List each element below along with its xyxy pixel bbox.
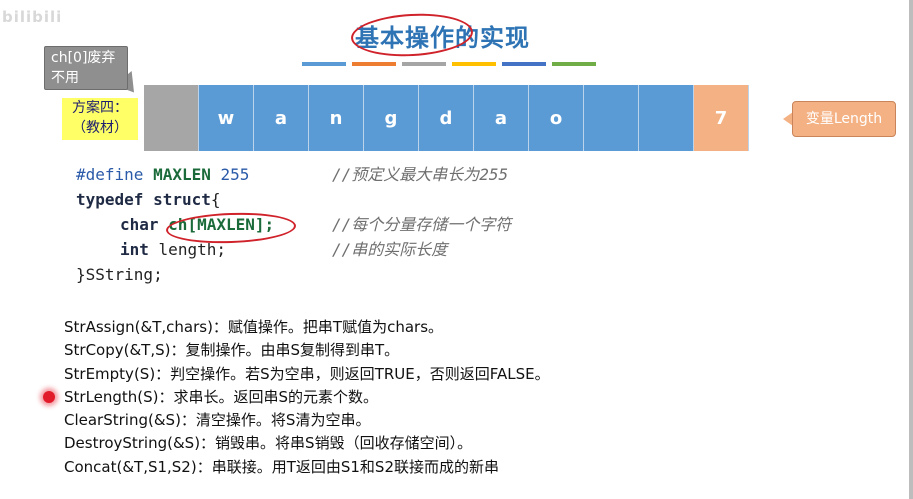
code-directive: #define xyxy=(76,165,144,184)
window-edge xyxy=(909,0,913,499)
array-cell-3: n xyxy=(309,85,364,151)
title-bar-1 xyxy=(302,62,346,66)
op-str-empty: StrEmpty(S)：判空操作。若S为空串，则返回TRUE，否则返回FALSE… xyxy=(64,364,550,383)
array-cell-6: a xyxy=(474,85,529,151)
array-cell-2: a xyxy=(254,85,309,151)
code-type-int: int xyxy=(120,240,149,259)
code-macro-name: MAXLEN xyxy=(153,165,211,184)
code-comment-3: //串的实际长度 xyxy=(332,240,448,259)
plan-label-line1: 方案四： xyxy=(72,100,128,116)
array-cell-8 xyxy=(584,85,639,151)
array-cell-9 xyxy=(639,85,694,151)
array-cell-5: d xyxy=(419,85,474,151)
plan-label: 方案四： （教材） xyxy=(62,98,138,140)
array-cell-1: w xyxy=(199,85,254,151)
length-callout: 变量Length xyxy=(792,101,896,137)
callout-ch0: ch[0]废弃不用 xyxy=(44,46,128,90)
array-cell-4: g xyxy=(364,85,419,151)
code-kw-struct: struct xyxy=(153,190,211,209)
code-line-typedef: typedef struct{ xyxy=(76,187,221,212)
op-concat: Concat(&T,S1,S2)：串联接。用T返回由S1和S2联接而成的新串 xyxy=(64,457,500,476)
array-cell-7: o xyxy=(529,85,584,151)
code-decl-length: length; xyxy=(158,240,226,259)
laser-pointer-dot xyxy=(43,391,55,403)
code-macro-value: 255 xyxy=(220,165,250,184)
char-array: w a n g d a o 7 xyxy=(144,85,749,151)
code-comment-1: //预定义最大串长为255 xyxy=(332,165,509,184)
op-destroy-string: DestroyString(&S)：销毁串。将串S销毁（回收存储空间）。 xyxy=(64,434,473,453)
title-bar-5 xyxy=(502,62,546,66)
title-bar-3 xyxy=(402,62,446,66)
plan-label-line2: （教材） xyxy=(72,120,128,136)
title-color-bars xyxy=(302,62,596,66)
code-kw-typedef: typedef xyxy=(76,190,144,209)
array-cell-length: 7 xyxy=(694,85,749,151)
op-str-length: StrLength(S)：求串长。返回串S的元素个数。 xyxy=(64,387,379,406)
op-clear-string: ClearString(&S)：清空操作。将S清为空串。 xyxy=(64,411,371,430)
code-type-char: char xyxy=(120,215,159,234)
title-bar-4 xyxy=(452,62,496,66)
operations-list: StrAssign(&T,chars)：赋值操作。把串T赋值为chars。 St… xyxy=(64,316,550,479)
op-str-assign: StrAssign(&T,chars)：赋值操作。把串T赋值为chars。 xyxy=(64,318,444,336)
watermark-logo: bilibili xyxy=(2,8,63,26)
title-bar-6 xyxy=(552,62,596,66)
code-line-define: #define MAXLEN 255 xyxy=(76,162,249,187)
title-bar-2 xyxy=(352,62,396,66)
code-comment-2: //每个分量存储一个字符 xyxy=(332,215,512,234)
code-open-brace: { xyxy=(210,190,221,209)
code-line-int: int length; xyxy=(120,237,226,262)
code-line-close: }SString; xyxy=(76,265,163,284)
op-str-copy: StrCopy(&T,S)：复制操作。由串S复制得到串T。 xyxy=(64,341,400,360)
array-cell-0 xyxy=(144,85,199,151)
